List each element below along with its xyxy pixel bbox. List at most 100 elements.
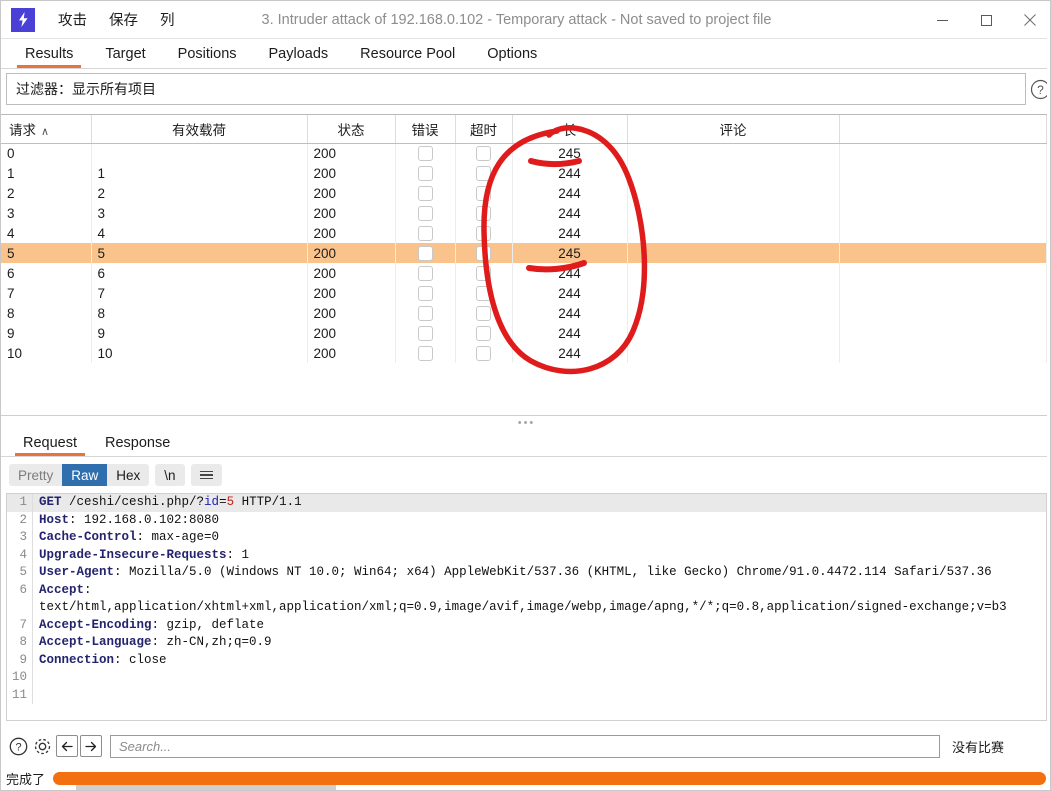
timeout-checkbox[interactable]	[476, 165, 491, 181]
timeout-checkbox[interactable]	[476, 265, 491, 281]
error-checkbox[interactable]	[417, 245, 433, 261]
table-row[interactable]: 0 200 245	[1, 143, 1047, 163]
filter-bar[interactable]: 过滤器：显示所有项目	[6, 73, 1026, 105]
tab-response[interactable]: Response	[91, 433, 184, 456]
minimize-button[interactable]	[920, 1, 964, 39]
code-text[interactable]: text/html,application/xhtml+xml,applicat…	[33, 599, 1046, 617]
error-checkbox[interactable]	[417, 225, 433, 241]
table-row[interactable]: 1 1 200 244	[1, 163, 1047, 183]
menu-item-save[interactable]: 保存	[98, 6, 149, 33]
error-checkbox[interactable]	[417, 325, 433, 341]
tab-resource-pool[interactable]: Resource Pool	[344, 43, 471, 68]
table-row[interactable]: 10 10 200 244	[1, 343, 1047, 363]
tab-results[interactable]: Results	[9, 43, 89, 68]
column-header-status[interactable]: 状态	[307, 115, 396, 144]
cell-request: 4	[1, 223, 92, 243]
search-placeholder: Search...	[119, 738, 172, 754]
cell-payload: 6	[91, 263, 308, 283]
results-table-container[interactable]: 请求 ∧ 有效载荷 状态 错误 超时 长 评论 0 200 245 1 1 200 244 2 2…	[1, 114, 1050, 415]
column-header-filler	[839, 115, 1047, 144]
code-token: : zh-CN,zh;q=0.9	[151, 635, 272, 649]
hamburger-menu-icon[interactable]	[190, 464, 222, 486]
timeout-checkbox[interactable]	[476, 305, 491, 321]
code-text[interactable]: Accept-Encoding: gzip, deflate	[33, 617, 1046, 635]
tab-positions[interactable]: Positions	[162, 43, 253, 68]
code-text[interactable]: Cache-Control: max-age=0	[33, 529, 1046, 547]
newline-toggle[interactable]: \n	[155, 464, 185, 486]
table-row[interactable]: 3 3 200 244	[1, 203, 1047, 223]
gear-icon[interactable]	[30, 734, 54, 758]
table-row[interactable]: 9 9 200 244	[1, 323, 1047, 343]
timeout-checkbox[interactable]	[476, 205, 491, 221]
timeout-checkbox[interactable]	[476, 345, 491, 361]
error-checkbox[interactable]	[417, 345, 433, 361]
view-mode-raw[interactable]: Raw	[62, 464, 108, 486]
column-label-request: 请求	[9, 122, 36, 138]
cell-status: 200	[307, 343, 396, 363]
column-header-length[interactable]: 长	[512, 115, 628, 144]
menu-item-attack[interactable]: 攻击	[47, 6, 98, 33]
tab-payloads[interactable]: Payloads	[253, 43, 345, 68]
column-header-error[interactable]: 错误	[395, 115, 456, 144]
table-row[interactable]: 5 5 200 245	[1, 243, 1047, 263]
error-checkbox[interactable]	[417, 185, 433, 201]
search-input[interactable]: Search...	[110, 734, 940, 758]
tab-request[interactable]: Request	[9, 433, 91, 456]
view-mode-pretty[interactable]: Pretty	[9, 464, 63, 486]
timeout-checkbox[interactable]	[476, 225, 491, 241]
column-header-comment[interactable]: 评论	[627, 115, 840, 144]
code-text[interactable]: Connection: close	[33, 652, 1046, 670]
menu-item-columns[interactable]: 列	[149, 6, 186, 33]
cell-error	[395, 343, 456, 363]
error-checkbox[interactable]	[417, 265, 433, 281]
code-text[interactable]: Host: 192.168.0.102:8080	[33, 512, 1046, 530]
code-token: =	[219, 495, 227, 509]
table-row[interactable]: 2 2 200 244	[1, 183, 1047, 203]
code-token: Accept-Language	[39, 635, 152, 649]
view-mode-hex[interactable]: Hex	[107, 464, 150, 486]
cell-request: 8	[1, 303, 92, 323]
cell-request: 9	[1, 323, 92, 343]
arrow-left-icon[interactable]	[56, 735, 78, 757]
panel-splitter[interactable]: •••	[1, 415, 1050, 429]
arrow-right-icon[interactable]	[80, 735, 102, 757]
close-button[interactable]	[1008, 1, 1050, 39]
table-row[interactable]: 7 7 200 244	[1, 283, 1047, 303]
timeout-checkbox[interactable]	[476, 146, 491, 162]
table-row[interactable]: 4 4 200 244	[1, 223, 1047, 243]
help-icon[interactable]: ?	[6, 734, 30, 758]
code-text[interactable]: Accept-Language: zh-CN,zh;q=0.9	[33, 634, 1046, 652]
error-checkbox[interactable]	[417, 146, 433, 162]
timeout-checkbox[interactable]	[476, 185, 491, 201]
code-text[interactable]: User-Agent: Mozilla/5.0 (Windows NT 10.0…	[33, 564, 1046, 582]
table-row[interactable]: 8 8 200 244	[1, 303, 1047, 323]
request-editor[interactable]: 1 GET /ceshi/ceshi.php/?id=5 HTTP/1.1 2 Hos…	[6, 493, 1047, 721]
code-text[interactable]: Accept:	[33, 582, 1046, 600]
column-header-payload[interactable]: 有效载荷	[91, 115, 308, 144]
horizontal-scrollbar[interactable]	[76, 785, 336, 790]
code-text[interactable]	[33, 687, 1046, 705]
table-row[interactable]: 6 6 200 244	[1, 263, 1047, 283]
code-text[interactable]	[33, 669, 1046, 687]
cell-status: 200	[307, 143, 396, 163]
timeout-checkbox[interactable]	[476, 245, 491, 261]
timeout-checkbox[interactable]	[476, 325, 491, 341]
cell-status: 200	[307, 163, 396, 183]
cell-timeout	[455, 283, 513, 303]
column-header-request[interactable]: 请求 ∧	[1, 115, 92, 144]
code-text[interactable]: Upgrade-Insecure-Requests: 1	[33, 547, 1046, 565]
column-header-timeout[interactable]: 超时	[455, 115, 513, 144]
cell-length: 244	[512, 303, 628, 323]
timeout-checkbox[interactable]	[476, 285, 491, 301]
cell-status: 200	[307, 223, 396, 243]
error-checkbox[interactable]	[417, 285, 433, 301]
code-text[interactable]: GET /ceshi/ceshi.php/?id=5 HTTP/1.1	[33, 494, 1046, 512]
tab-options[interactable]: Options	[471, 43, 553, 68]
error-checkbox[interactable]	[417, 305, 433, 321]
tab-target[interactable]: Target	[89, 43, 161, 68]
maximize-button[interactable]	[964, 1, 1008, 39]
cell-request: 7	[1, 283, 92, 303]
cell-timeout	[455, 303, 513, 323]
error-checkbox[interactable]	[417, 205, 433, 221]
error-checkbox[interactable]	[417, 165, 433, 181]
